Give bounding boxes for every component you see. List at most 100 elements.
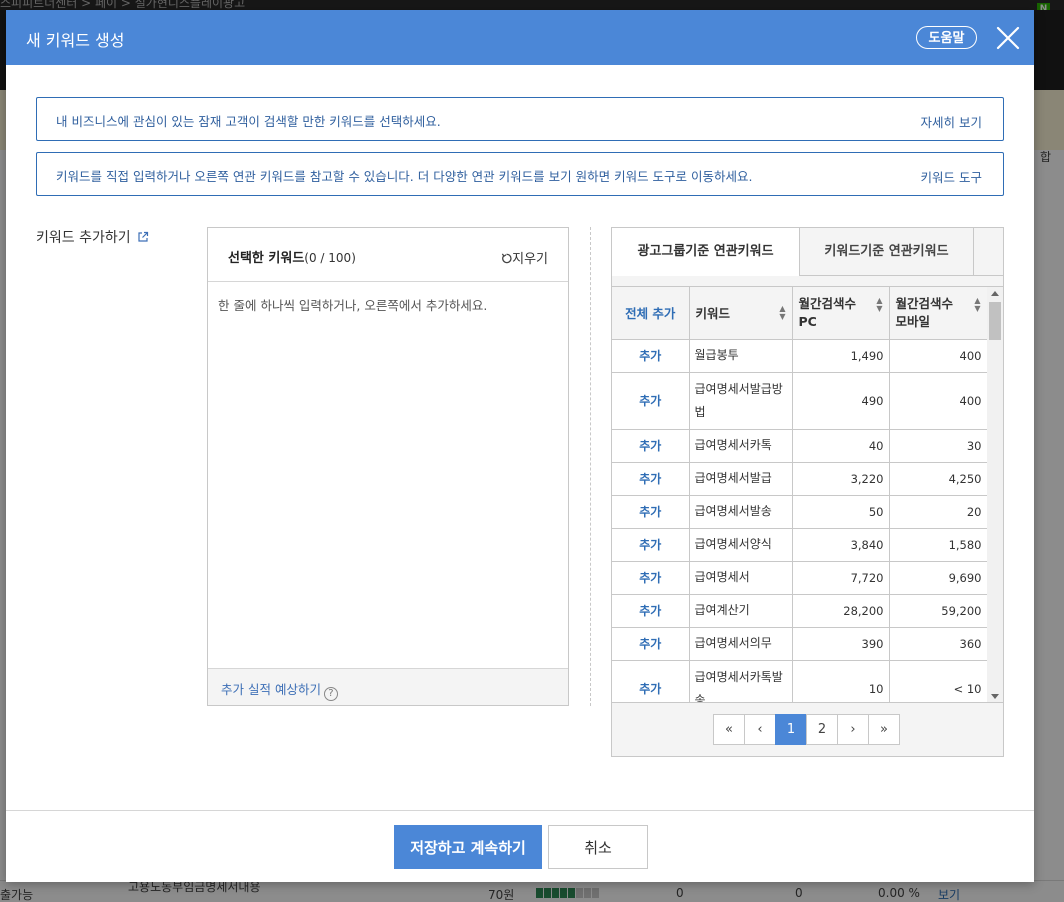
page-prev-button[interactable]: ‹: [744, 714, 776, 745]
selected-keywords-footer: 추가 실적 예상하기?: [208, 668, 568, 705]
monthly-mobile-cell: 20: [889, 495, 988, 529]
monthly-pc-cell: 50: [792, 495, 890, 529]
footer-divider: [6, 810, 1034, 811]
add-keyword-button[interactable]: 추가: [612, 372, 690, 430]
sort-icon: ▲ ▼: [876, 295, 883, 313]
page-first-button[interactable]: «: [713, 714, 745, 745]
learn-more-link[interactable]: 자세히 보기: [921, 112, 982, 131]
add-keyword-button[interactable]: 추가: [612, 429, 690, 463]
monthly-mobile-cell: 30: [889, 429, 988, 463]
add-keyword-button[interactable]: 추가: [612, 594, 690, 628]
selected-keywords-count: (0 / 100): [304, 251, 356, 265]
keyword-cell: 급여명세서카톡: [689, 429, 793, 463]
monthly-mobile-cell: 400: [889, 339, 988, 373]
monthly-mobile-cell: < 10: [889, 660, 988, 702]
new-keyword-modal: 새 키워드 생성 도움말 내 비즈니스에 관심이 있는 잠재 고객이 검색할 만…: [6, 10, 1034, 882]
monthly-pc-cell: 28,200: [792, 594, 890, 628]
table-row: 추가 급여명세서카톡발송 10 < 10: [612, 660, 988, 702]
page-2-button[interactable]: 2: [806, 714, 838, 745]
monthly-mobile-cell: 400: [889, 372, 988, 430]
monthly-pc-cell: 3,840: [792, 528, 890, 562]
page-last-button[interactable]: »: [868, 714, 900, 745]
modal-header: 새 키워드 생성 도움말: [6, 10, 1034, 65]
info-keyword-tool-message: 키워드를 직접 입력하거나 오른쪽 연관 키워드를 참고할 수 있습니다. 더 …: [56, 169, 753, 184]
column-monthly-mobile[interactable]: ▲ ▼ 월간검색수 모바일: [889, 287, 988, 340]
cancel-button[interactable]: 취소: [548, 825, 648, 869]
monthly-pc-cell: 490: [792, 372, 890, 430]
related-keywords-table-wrap: 전체 추가 ▲ ▼ 키워드 ▲ ▼ 월간검색수 PC ▲ ▼ 월간검색수 모바일 추가 월급봉투 1…: [612, 286, 1003, 702]
tab-adgroup-related[interactable]: 광고그룹기준 연관키워드: [612, 228, 800, 276]
keyword-cell: 급여명세서발송: [689, 495, 793, 529]
table-row: 추가 급여명세서의무 390 360: [612, 627, 988, 661]
table-row: 추가 급여명세서발급 3,220 4,250: [612, 462, 988, 496]
estimate-performance-link[interactable]: 추가 실적 예상하기?: [221, 679, 338, 701]
monthly-pc-cell: 1,490: [792, 339, 890, 373]
table-row: 추가 급여명세서발송 50 20: [612, 495, 988, 529]
add-keyword-button[interactable]: 추가: [612, 627, 690, 661]
keyword-cell: 급여명세서의무: [689, 627, 793, 661]
external-link-icon[interactable]: [137, 231, 149, 247]
sort-icon: ▲ ▼: [779, 304, 786, 322]
add-keyword-button[interactable]: 추가: [612, 528, 690, 562]
add-keyword-button[interactable]: 추가: [612, 462, 690, 496]
monthly-pc-cell: 3,220: [792, 462, 890, 496]
modal-title: 새 키워드 생성: [26, 31, 125, 50]
add-keywords-label: 키워드 추가하기: [36, 227, 149, 247]
related-keywords-table: 전체 추가 ▲ ▼ 키워드 ▲ ▼ 월간검색수 PC ▲ ▼ 월간검색수 모바일 추가 월급봉투 1…: [612, 287, 988, 702]
monthly-pc-cell: 40: [792, 429, 890, 463]
keyword-cell: 월급봉투: [689, 339, 793, 373]
add-keyword-button[interactable]: 추가: [612, 339, 690, 373]
monthly-mobile-cell: 1,580: [889, 528, 988, 562]
keyword-cell: 급여명세서양식: [689, 528, 793, 562]
column-keyword[interactable]: ▲ ▼ 키워드: [689, 287, 793, 340]
column-monthly-pc[interactable]: ▲ ▼ 월간검색수 PC: [792, 287, 890, 340]
keyword-input-textarea[interactable]: [208, 283, 568, 668]
table-row: 추가 급여명세서양식 3,840 1,580: [612, 528, 988, 562]
table-scrollbar[interactable]: [987, 287, 1003, 702]
info-box-intro: 내 비즈니스에 관심이 있는 잠재 고객이 검색할 만한 키워드를 선택하세요.…: [36, 97, 1004, 141]
keyword-tool-link[interactable]: 키워드 도구: [921, 167, 982, 186]
add-keyword-button[interactable]: 추가: [612, 660, 690, 702]
add-keyword-button[interactable]: 추가: [612, 495, 690, 529]
panel-divider: [590, 227, 591, 706]
page-next-button[interactable]: ›: [837, 714, 869, 745]
monthly-mobile-cell: 360: [889, 627, 988, 661]
refresh-icon: [501, 253, 512, 264]
selected-keywords-panel: 선택한 키워드(0 / 100) 지우기 추가 실적 예상하기?: [207, 227, 569, 706]
scroll-up-arrow[interactable]: [991, 291, 999, 296]
page-1-button[interactable]: 1: [775, 714, 807, 745]
info-box-keyword-tool: 키워드를 직접 입력하거나 오른쪽 연관 키워드를 참고할 수 있습니다. 더 …: [36, 152, 1004, 196]
keyword-cell: 급여명세서카톡발송: [689, 660, 793, 702]
save-and-continue-button[interactable]: 저장하고 계속하기: [394, 825, 542, 869]
monthly-pc-cell: 7,720: [792, 561, 890, 595]
sort-icon: ▲ ▼: [974, 295, 981, 313]
add-all-button[interactable]: 전체 추가: [612, 287, 690, 340]
related-keywords-tabs: 광고그룹기준 연관키워드 키워드기준 연관키워드: [612, 228, 1003, 276]
selected-keywords-title: 선택한 키워드(0 / 100): [228, 251, 356, 266]
table-row: 추가 급여명세서발급방법 490 400: [612, 372, 988, 430]
scroll-thumb[interactable]: [989, 302, 1001, 340]
monthly-pc-cell: 10: [792, 660, 890, 702]
monthly-mobile-cell: 4,250: [889, 462, 988, 496]
selected-keywords-header: 선택한 키워드(0 / 100) 지우기: [208, 228, 568, 282]
table-row: 추가 급여계산기 28,200 59,200: [612, 594, 988, 628]
pagination: « ‹ 1 2 › »: [713, 714, 900, 745]
keyword-cell: 급여명세서: [689, 561, 793, 595]
keyword-cell: 급여계산기: [689, 594, 793, 628]
table-row: 추가 월급봉투 1,490 400: [612, 339, 988, 373]
monthly-pc-cell: 390: [792, 627, 890, 661]
help-circle-icon[interactable]: ?: [323, 687, 338, 701]
scroll-down-arrow[interactable]: [991, 694, 999, 699]
clear-button[interactable]: 지우기: [501, 248, 548, 267]
table-row: 추가 급여명세서 7,720 9,690: [612, 561, 988, 595]
help-button[interactable]: 도움말: [916, 26, 977, 49]
related-keywords-panel: 광고그룹기준 연관키워드 키워드기준 연관키워드 전체 추가 ▲ ▼ 키워드 ▲ ▼ 월…: [611, 227, 1004, 757]
close-icon[interactable]: [994, 24, 1022, 52]
monthly-mobile-cell: 59,200: [889, 594, 988, 628]
pagination-area: « ‹ 1 2 › »: [612, 702, 1003, 756]
monthly-mobile-cell: 9,690: [889, 561, 988, 595]
add-keyword-button[interactable]: 추가: [612, 561, 690, 595]
tab-keyword-related[interactable]: 키워드기준 연관키워드: [800, 228, 974, 276]
info-intro-message: 내 비즈니스에 관심이 있는 잠재 고객이 검색할 만한 키워드를 선택하세요.: [56, 114, 441, 129]
keyword-cell: 급여명세서발급: [689, 462, 793, 496]
